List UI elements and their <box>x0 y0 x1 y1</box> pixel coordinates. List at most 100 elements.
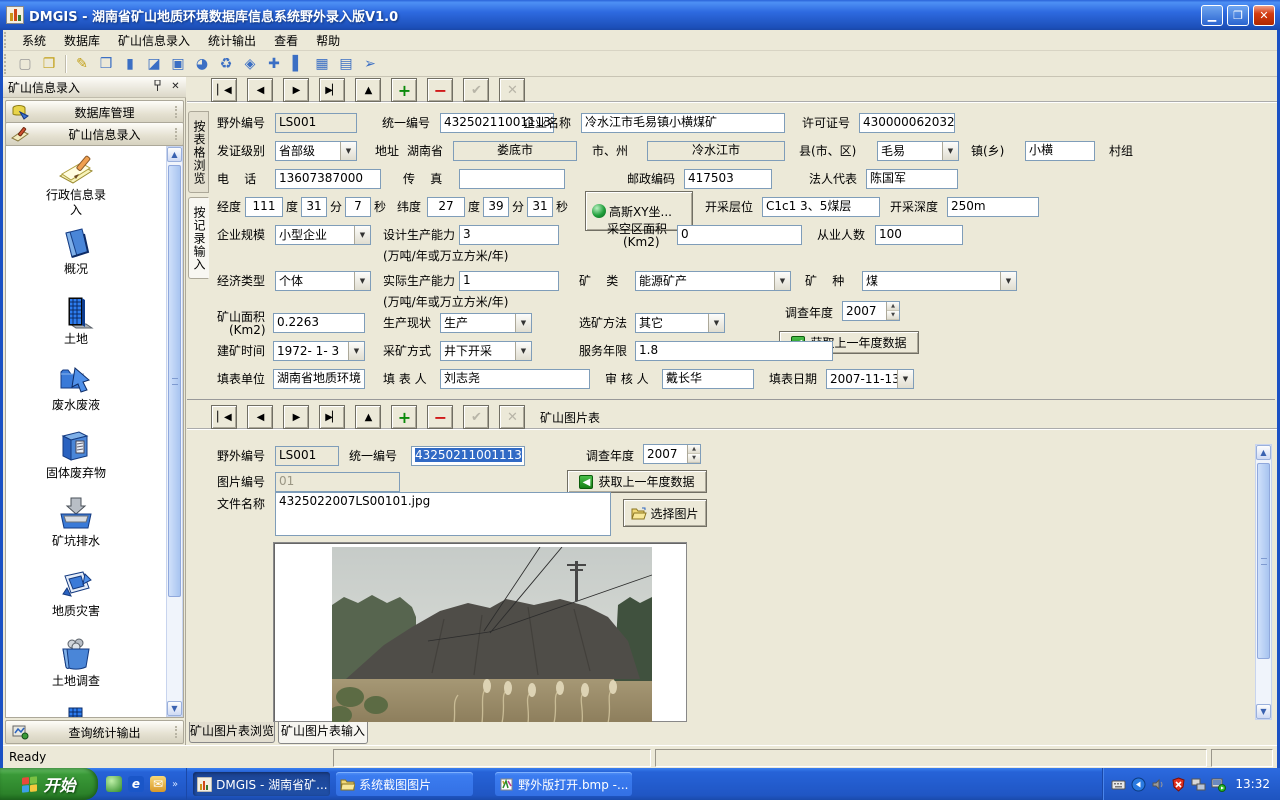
menu-database[interactable]: 数据库 <box>55 30 109 51</box>
mining-layer-input[interactable]: C1c1 3、5煤层 <box>762 197 880 217</box>
fax-input[interactable] <box>459 169 565 189</box>
sidebar-item-solid-waste[interactable]: 固体废弃物 <box>6 428 146 481</box>
pin-icon[interactable] <box>150 80 165 94</box>
unified-no-input[interactable]: 43250211001113 <box>411 446 525 466</box>
production-status-select[interactable]: 生产▼ <box>440 313 532 333</box>
sidebar-group-database[interactable]: 数据库管理 <box>5 100 184 124</box>
security-alert-icon[interactable] <box>1171 777 1186 792</box>
field-no-input[interactable]: LS001 <box>275 113 357 133</box>
restore-button[interactable]: ❐ <box>1227 5 1249 26</box>
city-input[interactable]: 娄底市 <box>453 141 577 161</box>
menu-stats[interactable]: 统计输出 <box>199 30 265 51</box>
stat-cross-icon[interactable]: ✚ <box>263 53 285 74</box>
wastewater-icon[interactable]: ◪ <box>143 53 165 74</box>
scroll-down-icon[interactable]: ▼ <box>1256 704 1271 719</box>
goaf-area-input[interactable]: 0 <box>677 225 802 245</box>
last-record-button[interactable]: ▶▏ <box>319 78 345 102</box>
company-input[interactable]: 冷水江市毛易镇小横煤矿 <box>581 113 785 133</box>
up-record-button[interactable]: ▲ <box>355 405 381 429</box>
mine-kind-select[interactable]: 煤▼ <box>862 271 1017 291</box>
stat-bar-icon[interactable]: ▌ <box>287 53 309 74</box>
town-input[interactable]: 小横 <box>1025 141 1095 161</box>
confirm-record-button[interactable]: ✔ <box>463 78 489 102</box>
auditor-input[interactable]: 戴长华 <box>662 369 754 389</box>
sidebar-item-overview[interactable]: 概况 <box>6 226 146 277</box>
spin-down-icon[interactable]: ▼ <box>887 311 899 320</box>
sidebar-item-geo-hazard[interactable]: 地质灾害 <box>6 566 146 619</box>
delete-record-button[interactable]: − <box>427 405 453 429</box>
phone-input[interactable]: 13607387000 <box>275 169 381 189</box>
sidebar-item-admin-entry[interactable]: 行政信息录 入 <box>6 152 146 218</box>
fill-unit-input[interactable]: 湖南省地质环境 <box>273 369 365 389</box>
spin-down-icon[interactable]: ▼ <box>688 454 700 463</box>
volume-icon[interactable] <box>1151 777 1166 792</box>
chevron-down-icon[interactable]: ▼ <box>340 142 356 160</box>
chevron-down-icon[interactable]: ▼ <box>708 314 724 332</box>
sidebar-group-query[interactable]: 查询统计输出 <box>5 720 184 744</box>
file-name-input[interactable]: 4325022007LS00101.jpg <box>275 492 611 536</box>
network-icon[interactable] <box>1191 777 1206 792</box>
spin-up-icon[interactable]: ▲ <box>887 302 899 311</box>
service-years-input[interactable]: 1.8 <box>635 341 833 361</box>
close-button[interactable]: ✕ <box>1253 5 1275 26</box>
chevron-down-icon[interactable]: ▼ <box>354 226 370 244</box>
mining-method-select[interactable]: 井下开采▼ <box>440 341 532 361</box>
sidebar-scrollbar[interactable]: ▲ ▼ <box>166 146 183 717</box>
new-file-icon[interactable]: ▢ <box>14 53 36 74</box>
beneficiation-select[interactable]: 其它▼ <box>635 313 725 333</box>
lon-min-input[interactable]: 31 <box>301 197 327 217</box>
chevron-down-icon[interactable]: ▼ <box>942 142 958 160</box>
menu-system[interactable]: 系统 <box>13 30 55 51</box>
open-file-icon[interactable]: ❐ <box>38 53 60 74</box>
lat-min-input[interactable]: 39 <box>483 197 509 217</box>
chevron-down-icon[interactable]: ▼ <box>897 370 913 388</box>
tab-picture-input[interactable]: 矿山图片表输入 <box>278 722 368 744</box>
overview-icon[interactable]: ❒ <box>95 53 117 74</box>
next-record-button[interactable]: ▶ <box>283 405 309 429</box>
prev-record-button[interactable]: ◀ <box>247 78 273 102</box>
built-time-select[interactable]: 1972- 1- 3▼ <box>273 341 365 361</box>
get-prev-year-button[interactable]: ◀获取上一年度数据 <box>567 470 707 493</box>
taskbar-task-dmgis[interactable]: DMGIS - 湖南省矿... <box>193 772 330 796</box>
mining-depth-input[interactable]: 250m <box>947 197 1039 217</box>
sidebar-item-wastewater[interactable]: 废水废液 <box>6 360 146 413</box>
mine-area-input[interactable]: 0.2263 <box>273 313 365 333</box>
prev-record-button[interactable]: ◀ <box>247 405 273 429</box>
scroll-down-icon[interactable]: ▼ <box>167 701 182 716</box>
geo-hazard-icon[interactable]: ♻ <box>215 53 237 74</box>
show-desktop-icon[interactable] <box>106 776 122 792</box>
design-capacity-input[interactable]: 3 <box>459 225 559 245</box>
pit-drainage-icon[interactable]: ◕ <box>191 53 213 74</box>
first-record-button[interactable]: ▏◀ <box>211 78 237 102</box>
first-record-button[interactable]: ▏◀ <box>211 405 237 429</box>
cert-level-select[interactable]: 省部级▼ <box>275 141 357 161</box>
menu-view[interactable]: 查看 <box>265 30 307 51</box>
mine-class-select[interactable]: 能源矿产▼ <box>635 271 791 291</box>
confirm-record-button[interactable]: ✔ <box>463 405 489 429</box>
field-no-input[interactable]: LS001 <box>275 446 339 466</box>
stat-rows-icon[interactable]: ▤ <box>335 53 357 74</box>
start-button[interactable]: 开始 <box>0 768 98 800</box>
land-icon[interactable]: ▮ <box>119 53 141 74</box>
delete-record-button[interactable]: − <box>427 78 453 102</box>
actual-capacity-input[interactable]: 1 <box>459 271 559 291</box>
prefecture-input[interactable]: 冷水江市 <box>647 141 785 161</box>
scrollbar-thumb[interactable] <box>168 165 181 597</box>
cancel-record-button[interactable]: ✕ <box>499 405 525 429</box>
solid-waste-icon[interactable]: ▣ <box>167 53 189 74</box>
sidebar-item-land-survey[interactable]: 土地调查 <box>6 636 146 689</box>
taskbar-task-bmp[interactable]: 野外版打开.bmp -... <box>495 772 632 796</box>
keyboard-icon[interactable] <box>1111 777 1126 792</box>
close-panel-icon[interactable]: ✕ <box>168 80 183 94</box>
survey-year-spinner[interactable]: 2007▲▼ <box>842 301 900 321</box>
cancel-record-button[interactable]: ✕ <box>499 78 525 102</box>
menu-mine-entry[interactable]: 矿山信息录入 <box>109 30 199 51</box>
workers-input[interactable]: 100 <box>875 225 963 245</box>
sidebar-item-partial[interactable] <box>6 704 146 718</box>
license-input[interactable]: 4300000620321 <box>859 113 955 133</box>
fill-person-input[interactable]: 刘志尧 <box>440 369 590 389</box>
lat-deg-input[interactable]: 27 <box>427 197 465 217</box>
sidebar-item-pit-drainage[interactable]: 矿坑排水 <box>6 496 146 549</box>
picture-no-input[interactable]: 01 <box>275 472 400 492</box>
menu-help[interactable]: 帮助 <box>307 30 349 51</box>
